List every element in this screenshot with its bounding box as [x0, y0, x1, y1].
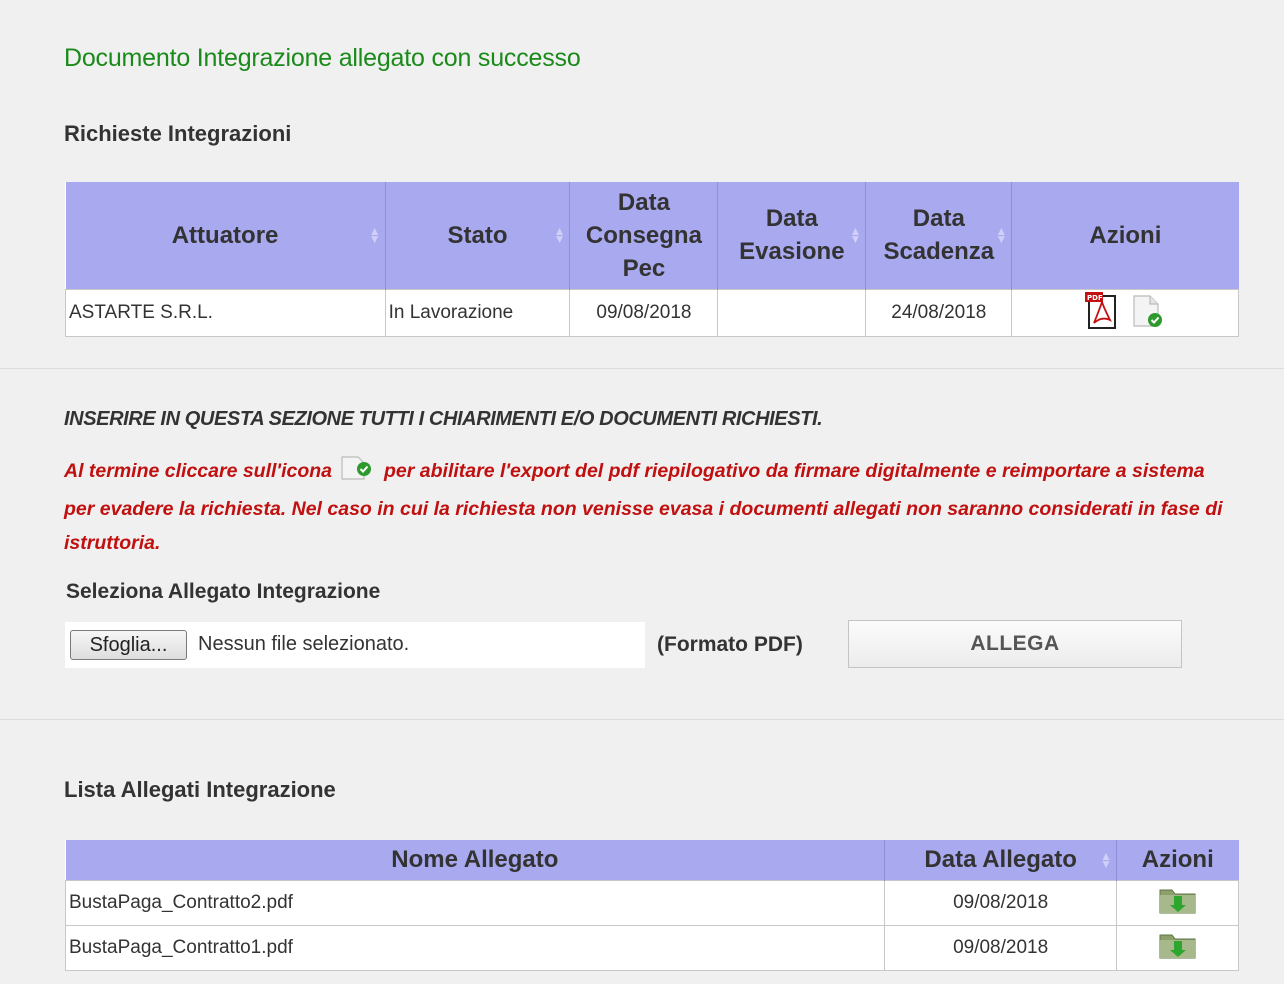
header-data-scadenza[interactable]: Data Scadenza ▲ ▼ [865, 182, 1013, 289]
allegati-table: Nome Allegato Data Allegato ▲ ▼ Azioni Bu… [64, 840, 1239, 971]
success-message: Documento Integrazione allegato con succ… [64, 44, 581, 72]
header-data-evasione-line1: Data [765, 205, 818, 233]
header-data-allegato-label: Data Allegato [924, 846, 1077, 874]
header-data-consegna-line3: Pec [622, 254, 666, 282]
svg-text:PDF: PDF [1087, 294, 1103, 302]
header-data-scadenza-line2: Scadenza [883, 238, 995, 266]
download-folder-icon[interactable] [1157, 929, 1199, 967]
cell-data-allegato: 09/08/2018 [884, 924, 1118, 971]
table-row: ASTARTE S.R.L. In Lavorazione 09/08/2018… [65, 288, 1239, 337]
pdf-icon[interactable]: PDF [1082, 290, 1122, 336]
cell-data-allegato: 09/08/2018 [884, 879, 1118, 926]
header-attuatore-label: Attuatore [171, 221, 279, 249]
sort-icon[interactable]: ▲ ▼ [1100, 850, 1112, 870]
section-divider [0, 719, 1284, 720]
file-input[interactable]: Sfoglia... Nessun file selezionato. [65, 622, 645, 668]
header-data-consegna-line2: Consegna [585, 221, 702, 249]
header-azioni-allegati: Azioni [1116, 840, 1239, 880]
browse-button[interactable]: Sfoglia... [70, 630, 187, 660]
sort-icon[interactable]: ▲ ▼ [554, 225, 566, 245]
header-data-consegna-line1: Data [617, 188, 670, 216]
cell-stato: In Lavorazione [384, 288, 571, 337]
warning-text-start: Al termine cliccare sull'icona [64, 460, 333, 482]
page: Documento Integrazione allegato con succ… [0, 0, 1284, 984]
header-data-evasione[interactable]: Data Evasione ▲ ▼ [717, 182, 867, 289]
header-stato-label: Stato [447, 221, 508, 249]
table-row: BustaPaga_Contratto1.pdf 09/08/2018 [64, 924, 1239, 971]
cell-nome-allegato: BustaPaga_Contratto2.pdf [64, 879, 886, 926]
header-data-evasione-line2: Evasione [739, 238, 845, 266]
header-data-scadenza-line1: Data [912, 205, 965, 233]
cell-attuatore: ASTARTE S.R.L. [65, 288, 386, 337]
richieste-title: Richieste Integrazioni [64, 121, 292, 146]
sort-icon[interactable]: ▲ ▼ [995, 225, 1007, 245]
header-data-allegato[interactable]: Data Allegato ▲ ▼ [884, 840, 1118, 880]
cell-azioni: PDF [1011, 288, 1239, 337]
upload-label: Seleziona Allegato Integrazione [66, 580, 381, 603]
header-stato[interactable]: Stato ▲ ▼ [385, 182, 571, 289]
cell-data-scadenza: 24/08/2018 [865, 288, 1013, 337]
download-folder-icon[interactable] [1157, 884, 1199, 922]
allegati-title: Lista Allegati Integrazione [64, 777, 336, 802]
table-row: BustaPaga_Contratto2.pdf 09/08/2018 [64, 879, 1239, 926]
header-nome-allegato-label: Nome Allegato [391, 846, 559, 874]
file-status: Nessun file selezionato. [198, 633, 410, 655]
header-azioni-label: Azioni [1089, 221, 1162, 249]
sort-icon[interactable]: ▲ ▼ [369, 225, 381, 245]
format-hint: (Formato PDF) [657, 633, 803, 656]
header-data-consegna[interactable]: Data Consegna Pec [569, 182, 719, 289]
header-azioni-allegati-label: Azioni [1141, 846, 1214, 874]
richieste-table: Attuatore ▲ ▼ Stato ▲ ▼ Data Consegna Pec … [65, 182, 1239, 337]
section-divider [0, 368, 1284, 369]
document-check-icon [338, 453, 376, 492]
sort-icon[interactable]: ▲ ▼ [849, 225, 861, 245]
header-azioni: Azioni [1011, 182, 1239, 289]
header-attuatore[interactable]: Attuatore ▲ ▼ [65, 182, 386, 289]
document-check-icon[interactable] [1128, 290, 1168, 336]
instructions-warning: Al termine cliccare sull'icona per abili… [64, 453, 1239, 560]
instructions-heading: INSERIRE IN QUESTA SEZIONE TUTTI I CHIAR… [64, 408, 823, 430]
cell-nome-allegato: BustaPaga_Contratto1.pdf [64, 924, 886, 971]
header-nome-allegato[interactable]: Nome Allegato [65, 840, 886, 880]
cell-azioni-allegato [1116, 879, 1239, 926]
cell-data-evasione [717, 288, 867, 337]
cell-data-consegna: 09/08/2018 [569, 288, 719, 337]
cell-azioni-allegato [1116, 924, 1239, 971]
allega-button[interactable]: ALLEGA [848, 620, 1182, 668]
